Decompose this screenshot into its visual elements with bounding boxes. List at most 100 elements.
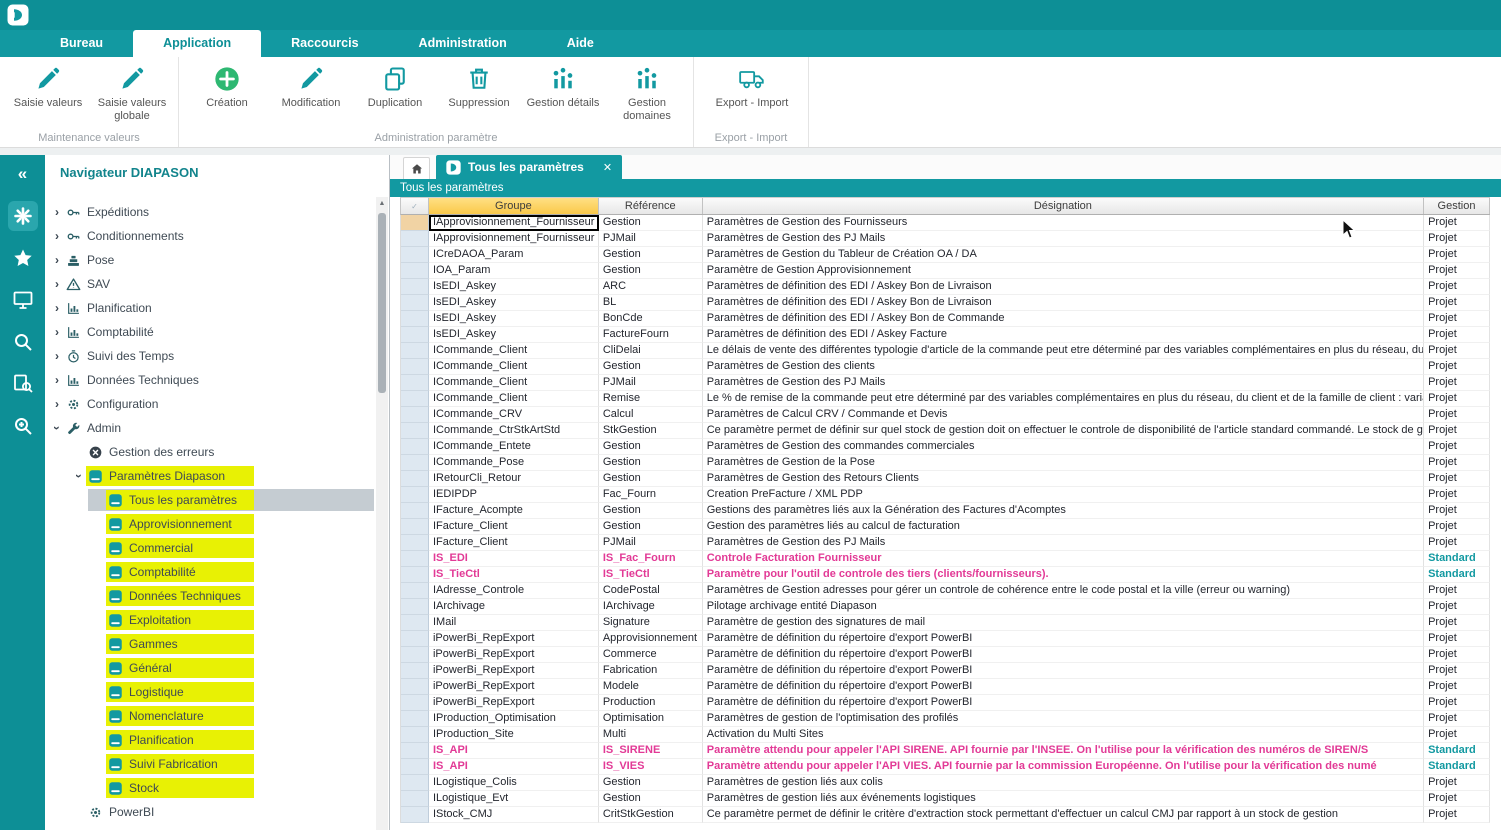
cell-designation[interactable]: Paramètres de définition des EDI / Askey… <box>703 279 1424 295</box>
cell-gestion[interactable]: Projet <box>1424 727 1490 743</box>
cell-reference[interactable]: BonCde <box>599 311 703 327</box>
menu-tab-raccourcis[interactable]: Raccourcis <box>261 30 388 57</box>
search-queries-icon[interactable] <box>8 369 38 399</box>
cell-groupe[interactable]: IApprovisionnement_Fournisseur <box>429 215 599 231</box>
cell-groupe[interactable]: iPowerBi_RepExport <box>429 647 599 663</box>
navigator-scrollbar[interactable]: ▲ <box>376 197 388 830</box>
cell-reference[interactable]: Approvisionnement <box>599 631 703 647</box>
cell-groupe[interactable]: ILogistique_Colis <box>429 775 599 791</box>
row-selector[interactable] <box>401 263 429 279</box>
cell-designation[interactable]: Paramètres de Gestion de la Pose <box>703 455 1424 471</box>
cell-reference[interactable]: Gestion <box>599 359 703 375</box>
cell-gestion[interactable]: Projet <box>1424 647 1490 663</box>
row-selector[interactable] <box>401 215 429 231</box>
cell-gestion[interactable]: Projet <box>1424 503 1490 519</box>
cell-gestion[interactable]: Projet <box>1424 423 1490 439</box>
menu-tab-bureau[interactable]: Bureau <box>30 30 133 57</box>
tree-item-donnees-techniques[interactable]: ›Données Techniques <box>45 368 376 392</box>
cell-designation[interactable]: Paramètres de Gestion des PJ Mails <box>703 535 1424 551</box>
tree-item-comptabilite[interactable]: Comptabilité <box>45 560 376 584</box>
cell-gestion[interactable]: Projet <box>1424 711 1490 727</box>
cell-designation[interactable]: Ce paramètre permet de définir le critèr… <box>703 807 1424 823</box>
cell-gestion[interactable]: Projet <box>1424 391 1490 407</box>
cell-gestion[interactable]: Projet <box>1424 263 1490 279</box>
cell-groupe[interactable]: iPowerBi_RepExport <box>429 695 599 711</box>
cell-groupe[interactable]: ICommande_Pose <box>429 455 599 471</box>
cell-groupe[interactable]: IMail <box>429 615 599 631</box>
cell-reference[interactable]: ARC <box>599 279 703 295</box>
cell-designation[interactable]: Paramètre pour l'outil de controle des t… <box>703 567 1424 583</box>
tree-item-commercial[interactable]: Commercial <box>45 536 376 560</box>
cell-gestion[interactable]: Projet <box>1424 519 1490 535</box>
cell-reference[interactable]: Gestion <box>599 439 703 455</box>
cell-reference[interactable]: Modele <box>599 679 703 695</box>
creation-button[interactable]: Création <box>185 61 269 110</box>
cell-groupe[interactable]: IApprovisionnement_Fournisseur <box>429 231 599 247</box>
chevron-right-icon[interactable]: › <box>50 397 64 411</box>
cell-groupe[interactable]: ICommande_Entete <box>429 439 599 455</box>
cell-groupe[interactable]: IsEDI_Askey <box>429 279 599 295</box>
tree-item-pose[interactable]: ›Pose <box>45 248 376 272</box>
tree-item-planification[interactable]: Planification <box>45 728 376 752</box>
cell-reference[interactable]: IS_VIES <box>599 759 703 775</box>
cell-groupe[interactable]: IS_API <box>429 743 599 759</box>
cell-reference[interactable]: Gestion <box>599 215 703 231</box>
cell-designation[interactable]: Paramètres de définition des EDI / Askey… <box>703 295 1424 311</box>
cell-reference[interactable]: IS_TieCtl <box>599 567 703 583</box>
cell-groupe[interactable]: IFacture_Acompte <box>429 503 599 519</box>
cell-reference[interactable]: Gestion <box>599 247 703 263</box>
cell-designation[interactable]: Paramètres de gestion liés aux événement… <box>703 791 1424 807</box>
cell-gestion[interactable]: Projet <box>1424 807 1490 823</box>
row-selector[interactable] <box>401 743 429 759</box>
tree-item-configuration[interactable]: ›Configuration <box>45 392 376 416</box>
cell-gestion[interactable]: Projet <box>1424 583 1490 599</box>
chevron-down-icon[interactable]: › <box>50 421 64 435</box>
tree-item-suivi-fabrication[interactable]: Suivi Fabrication <box>45 752 376 776</box>
cell-groupe[interactable]: IS_EDI <box>429 551 599 567</box>
cell-designation[interactable]: Ce paramètre permet de définir sur quel … <box>703 423 1424 439</box>
row-selector[interactable] <box>401 583 429 599</box>
cell-gestion[interactable]: Projet <box>1424 487 1490 503</box>
tree-item-suivi-des-temps[interactable]: ›Suivi des Temps <box>45 344 376 368</box>
cell-gestion[interactable]: Projet <box>1424 295 1490 311</box>
cell-reference[interactable]: IArchivage <box>599 599 703 615</box>
cell-reference[interactable]: Signature <box>599 615 703 631</box>
row-selector[interactable] <box>401 615 429 631</box>
cell-designation[interactable]: Controle Facturation Fournisseur <box>703 551 1424 567</box>
cell-gestion[interactable]: Projet <box>1424 215 1490 231</box>
cell-gestion[interactable]: Projet <box>1424 327 1490 343</box>
cell-gestion[interactable]: Projet <box>1424 695 1490 711</box>
menu-tab-aide[interactable]: Aide <box>537 30 624 57</box>
cell-groupe[interactable]: iPowerBi_RepExport <box>429 631 599 647</box>
cell-designation[interactable]: Paramètres de définition des EDI / Askey… <box>703 311 1424 327</box>
row-selector[interactable] <box>401 567 429 583</box>
cell-designation[interactable]: Paramètre de définition du répertoire d'… <box>703 663 1424 679</box>
tree-item-logistique[interactable]: Logistique <box>45 680 376 704</box>
chevron-right-icon[interactable]: › <box>50 349 64 363</box>
cell-gestion[interactable]: Projet <box>1424 311 1490 327</box>
cell-designation[interactable]: Pilotage archivage entité Diapason <box>703 599 1424 615</box>
column-header-gestion[interactable]: Gestion <box>1424 198 1490 214</box>
row-selector[interactable] <box>401 551 429 567</box>
cell-gestion[interactable]: Projet <box>1424 279 1490 295</box>
cell-gestion[interactable]: Projet <box>1424 231 1490 247</box>
row-selector[interactable] <box>401 311 429 327</box>
row-selector[interactable] <box>401 279 429 295</box>
cell-groupe[interactable]: ICommande_Client <box>429 375 599 391</box>
cell-gestion[interactable]: Projet <box>1424 471 1490 487</box>
cell-reference[interactable]: Gestion <box>599 519 703 535</box>
cell-reference[interactable]: StkGestion <box>599 423 703 439</box>
cell-groupe[interactable]: ICreDAOA_Param <box>429 247 599 263</box>
cell-designation[interactable]: Paramètre attendu pour appeler l'API SIR… <box>703 743 1424 759</box>
cell-designation[interactable]: Paramètre de définition du répertoire d'… <box>703 679 1424 695</box>
row-selector[interactable] <box>401 519 429 535</box>
cell-gestion[interactable]: Projet <box>1424 679 1490 695</box>
tree-item-sav[interactable]: ›SAV <box>45 272 376 296</box>
cell-gestion[interactable]: Projet <box>1424 615 1490 631</box>
tree-item-powerbi[interactable]: PowerBI <box>45 800 376 824</box>
cell-designation[interactable]: Paramètres de Gestion des PJ Mails <box>703 231 1424 247</box>
cell-designation[interactable]: Creation PreFacture / XML PDP <box>703 487 1424 503</box>
cell-designation[interactable]: Paramètres de Calcul CRV / Commande et D… <box>703 407 1424 423</box>
row-selector[interactable] <box>401 695 429 711</box>
row-selector[interactable] <box>401 471 429 487</box>
